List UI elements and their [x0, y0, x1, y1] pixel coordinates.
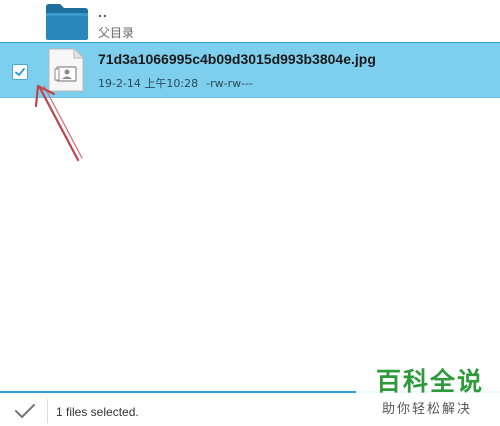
selection-status: 1 files selected.	[56, 405, 139, 419]
file-meta: 19-2-14 上午10:28 -rw-rw---	[98, 75, 253, 91]
watermark-slogan: 助你轻松解决	[382, 402, 473, 417]
file-permissions: -rw-rw---	[206, 77, 254, 90]
bar-divider	[47, 399, 48, 423]
file-name: 71d3a1066995c4b09d3015d993b3804e.jpg	[98, 51, 376, 67]
parent-directory-label: 父目录	[98, 26, 135, 40]
list-item-parent-directory[interactable]: .. 父目录	[0, 0, 500, 42]
file-date: 19-2-14 上午10:28	[98, 77, 199, 90]
parent-directory-name: ..	[98, 4, 108, 20]
annotation-arrow-icon	[34, 84, 83, 162]
watermark-title: 百科全说	[376, 367, 485, 396]
folder-icon	[46, 4, 88, 40]
watermark-logo: 百科全说 助你轻松解决	[356, 358, 500, 426]
confirm-checkmark-icon[interactable]	[14, 402, 36, 420]
checkmark-icon	[15, 68, 25, 76]
file-checkbox[interactable]	[12, 64, 28, 80]
